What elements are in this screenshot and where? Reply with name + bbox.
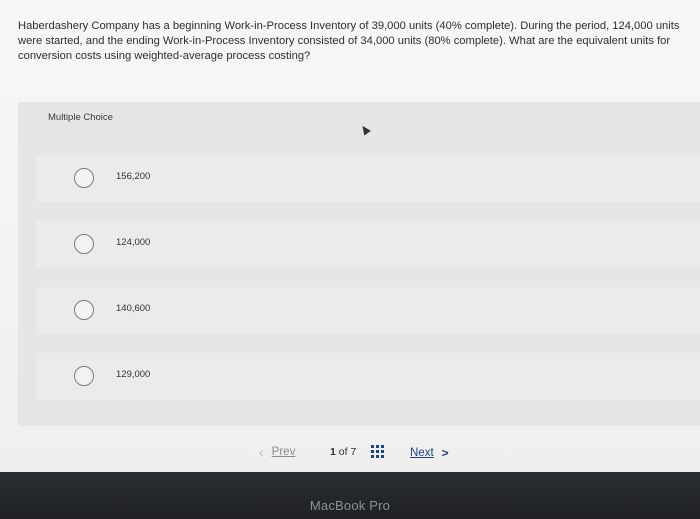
radio-button[interactable] bbox=[74, 168, 94, 188]
device-label: MacBook Pro bbox=[309, 498, 391, 513]
chevron-right-icon: > bbox=[441, 446, 449, 460]
multiple-choice-label: Multiple Choice bbox=[48, 112, 113, 123]
answer-option[interactable]: 124,000 bbox=[36, 221, 700, 268]
radio-button[interactable] bbox=[74, 366, 94, 386]
laptop-bezel: MacBook Pro bbox=[0, 472, 700, 519]
page-current: 1 bbox=[330, 446, 336, 458]
answer-option-label: 156,200 bbox=[116, 171, 151, 182]
answer-option-label: 124,000 bbox=[116, 237, 151, 248]
prev-label: Prev bbox=[271, 446, 296, 458]
page-indicator: 1 of 7 bbox=[330, 446, 356, 458]
quiz-screen: Haberdashery Company has a beginning Wor… bbox=[0, 0, 700, 472]
answer-option[interactable]: 140,600 bbox=[36, 287, 700, 334]
answer-option-label: 140,600 bbox=[116, 303, 151, 314]
question-text: Haberdashery Company has a beginning Wor… bbox=[18, 20, 680, 62]
answer-option[interactable]: 129,000 bbox=[36, 353, 700, 400]
next-button[interactable]: Next > bbox=[410, 446, 449, 460]
next-label: Next bbox=[410, 447, 434, 459]
radio-button[interactable] bbox=[74, 300, 94, 320]
multiple-choice-panel: Multiple Choice 156,200 124,000 140,600 … bbox=[18, 102, 700, 426]
question-navigation: ‹ Prev 1 of 7 Next > bbox=[0, 438, 700, 466]
grid-icon[interactable] bbox=[371, 445, 384, 458]
chevron-left-icon: ‹ bbox=[259, 443, 264, 460]
page-total: 7 bbox=[350, 446, 357, 458]
radio-button[interactable] bbox=[74, 234, 94, 254]
answer-option[interactable]: 156,200 bbox=[36, 155, 700, 202]
page-of: of bbox=[338, 446, 348, 458]
answer-option-label: 129,000 bbox=[116, 369, 151, 380]
prev-button[interactable]: ‹ Prev bbox=[259, 443, 296, 460]
